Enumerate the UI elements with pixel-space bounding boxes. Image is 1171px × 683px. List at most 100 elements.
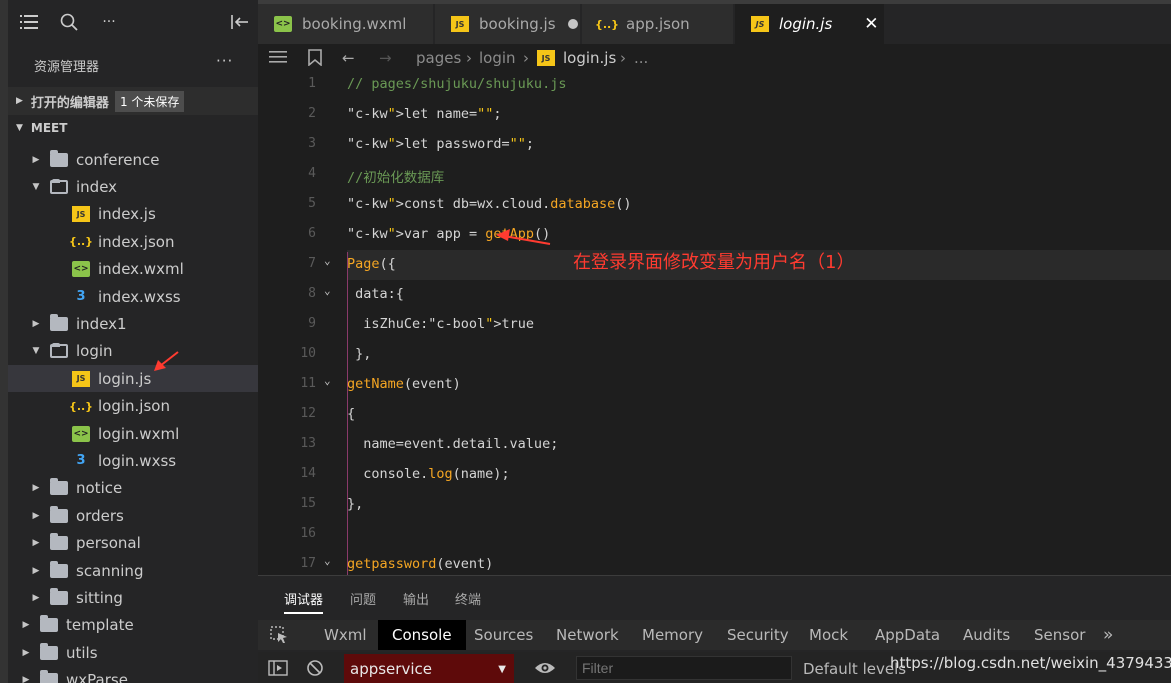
file-item[interactable]: 3 login.wxss	[8, 447, 258, 474]
tab-booking-js[interactable]: JS booking.js	[435, 4, 581, 44]
tab-problems[interactable]: 问题	[350, 589, 376, 608]
fold-chevron-icon[interactable]: ⌄	[324, 554, 331, 567]
tab-booking-wxml[interactable]: <> booking.wxml	[258, 4, 434, 44]
file-item[interactable]: <> index.wxml	[8, 256, 258, 283]
more-tabs-icon[interactable]: »	[1103, 620, 1113, 650]
folder-icon	[50, 587, 68, 605]
folder-item[interactable]: ▶ scanning	[8, 557, 258, 584]
search-icon[interactable]	[57, 10, 81, 34]
context-select[interactable]: appservice ▼	[344, 654, 514, 683]
folder-item[interactable]: ▶ personal	[8, 530, 258, 557]
line-number: 13	[300, 436, 316, 451]
folder-item[interactable]: ▶ notice	[8, 475, 258, 502]
context-value: appservice	[350, 660, 432, 678]
fold-chevron-icon[interactable]: ⌄	[324, 254, 331, 267]
tree-item-label: notice	[76, 479, 123, 498]
tab-output[interactable]: 输出	[403, 589, 429, 608]
breadcrumb-file[interactable]: login.js	[563, 49, 616, 67]
folder-item[interactable]: ▶ conference	[8, 146, 258, 173]
folder-icon	[40, 670, 58, 683]
forward-arrow-icon[interactable]: →	[379, 49, 392, 67]
tab-terminal[interactable]: 终端	[455, 589, 481, 608]
file-item[interactable]: {..} login.json	[8, 393, 258, 420]
breadcrumb-pages[interactable]: pages	[416, 49, 461, 67]
tree-item-label: sitting	[76, 588, 123, 607]
code-line: //初始化数据库	[347, 170, 445, 186]
devtools-tab-audits[interactable]: Audits	[963, 620, 1010, 650]
filter-input[interactable]	[576, 656, 792, 680]
folder-item[interactable]: ▶ orders	[8, 502, 258, 529]
folder-item[interactable]: ▶ wxParse	[8, 667, 258, 683]
line-number: 2	[308, 106, 316, 121]
bookmark-icon[interactable]	[308, 49, 322, 66]
folder-icon	[50, 478, 68, 496]
tree-item-label: index	[76, 177, 118, 196]
fold-chevron-icon[interactable]: ⌄	[324, 374, 331, 387]
breadcrumb-more[interactable]: ...	[634, 49, 648, 67]
line-number: 17	[300, 556, 316, 571]
file-item[interactable]: 3 index.wxss	[8, 283, 258, 310]
devtools-tab-sources[interactable]: Sources	[474, 620, 533, 650]
folder-item[interactable]: ▼ login	[8, 338, 258, 365]
sidebar-toggle-icon[interactable]	[268, 660, 288, 676]
inspect-icon[interactable]	[270, 620, 288, 650]
devtools-tab-appdata[interactable]: AppData	[875, 620, 940, 650]
folder-item[interactable]: ▶ sitting	[8, 584, 258, 611]
breadcrumb-sep: ›	[620, 49, 626, 67]
folder-item[interactable]: ▶ template	[8, 612, 258, 639]
devtools-tab-console[interactable]: Console	[378, 620, 466, 650]
more-icon[interactable]: ···	[97, 10, 121, 34]
folder-icon	[50, 560, 68, 578]
line-number: 16	[300, 526, 316, 541]
collapse-sidebar-icon[interactable]	[228, 10, 252, 34]
line-number: 12	[300, 406, 316, 421]
devtools-tab-memory[interactable]: Memory	[642, 620, 703, 650]
line-number: 7	[308, 256, 316, 271]
tree-item-label: index.wxml	[98, 260, 184, 279]
menu-icon[interactable]	[17, 10, 41, 34]
back-arrow-icon[interactable]: ←	[342, 49, 355, 67]
open-editors-section[interactable]: ▶ 打开的编辑器 1 个未保存	[8, 87, 258, 115]
explorer-more-icon[interactable]: ···	[216, 52, 233, 70]
watermark: https://blog.csdn.net/weixin_43794332	[890, 654, 1171, 672]
file-item[interactable]: JS index.js	[8, 201, 258, 228]
list-icon[interactable]	[269, 49, 287, 65]
devtools-tab-security[interactable]: Security	[727, 620, 789, 650]
line-number: 3	[308, 136, 316, 151]
wxml-file-icon: <>	[72, 425, 90, 442]
folder-item[interactable]: ▶ utils	[8, 639, 258, 666]
eye-icon[interactable]	[534, 660, 556, 676]
wxss-file-icon: 3	[76, 453, 86, 469]
devtools-tab-network[interactable]: Network	[556, 620, 619, 650]
tab-debugger[interactable]: 调试器	[284, 589, 324, 614]
folder-item[interactable]: ▼ index	[8, 173, 258, 200]
breadcrumb-login[interactable]: login	[479, 49, 516, 67]
line-number: 6	[308, 226, 316, 241]
file-item[interactable]: {..} index.json	[8, 228, 258, 255]
close-icon[interactable]: ✕	[864, 14, 878, 34]
code-line: "c-kw">const db=wx.cloud.database()	[347, 196, 632, 212]
sidebar: ··· 资源管理器 ··· ▶ 打开的编辑器 1 个未保存 ▼ MEET ▶ co…	[0, 0, 258, 683]
code-editor[interactable]: 1 // pages/shujuku/shujuku.js 2 "c-kw">let …	[258, 72, 1171, 575]
file-item[interactable]: <> login.wxml	[8, 420, 258, 447]
code-line: // pages/shujuku/shujuku.js	[347, 76, 567, 92]
tree-item-label: personal	[76, 534, 141, 553]
devtools-tab-mock[interactable]: Mock	[809, 620, 848, 650]
devtools-tab-wxml[interactable]: Wxml	[324, 620, 367, 650]
wxml-file-icon: <>	[72, 261, 90, 278]
tree-item-label: wxParse	[66, 671, 128, 683]
tab-app-json[interactable]: {..} app.json	[582, 4, 734, 44]
fold-chevron-icon[interactable]: ⌄	[324, 284, 331, 297]
code-line: name=event.detail.value;	[347, 436, 559, 452]
line-number: 1	[308, 76, 316, 91]
project-section[interactable]: ▼ MEET	[8, 116, 258, 140]
folder-item[interactable]: ▶ index1	[8, 310, 258, 337]
project-name: MEET	[30, 121, 68, 135]
tab-login-js[interactable]: JS login.js ✕	[735, 4, 885, 44]
tree-item-label: scanning	[76, 561, 144, 580]
devtools-tab-sensor[interactable]: Sensor	[1034, 620, 1085, 650]
code-line: "c-kw">let password="";	[347, 136, 534, 152]
tab-label: login.js	[779, 15, 833, 33]
clear-console-icon[interactable]	[306, 659, 324, 677]
file-item[interactable]: JS login.js	[8, 365, 258, 393]
